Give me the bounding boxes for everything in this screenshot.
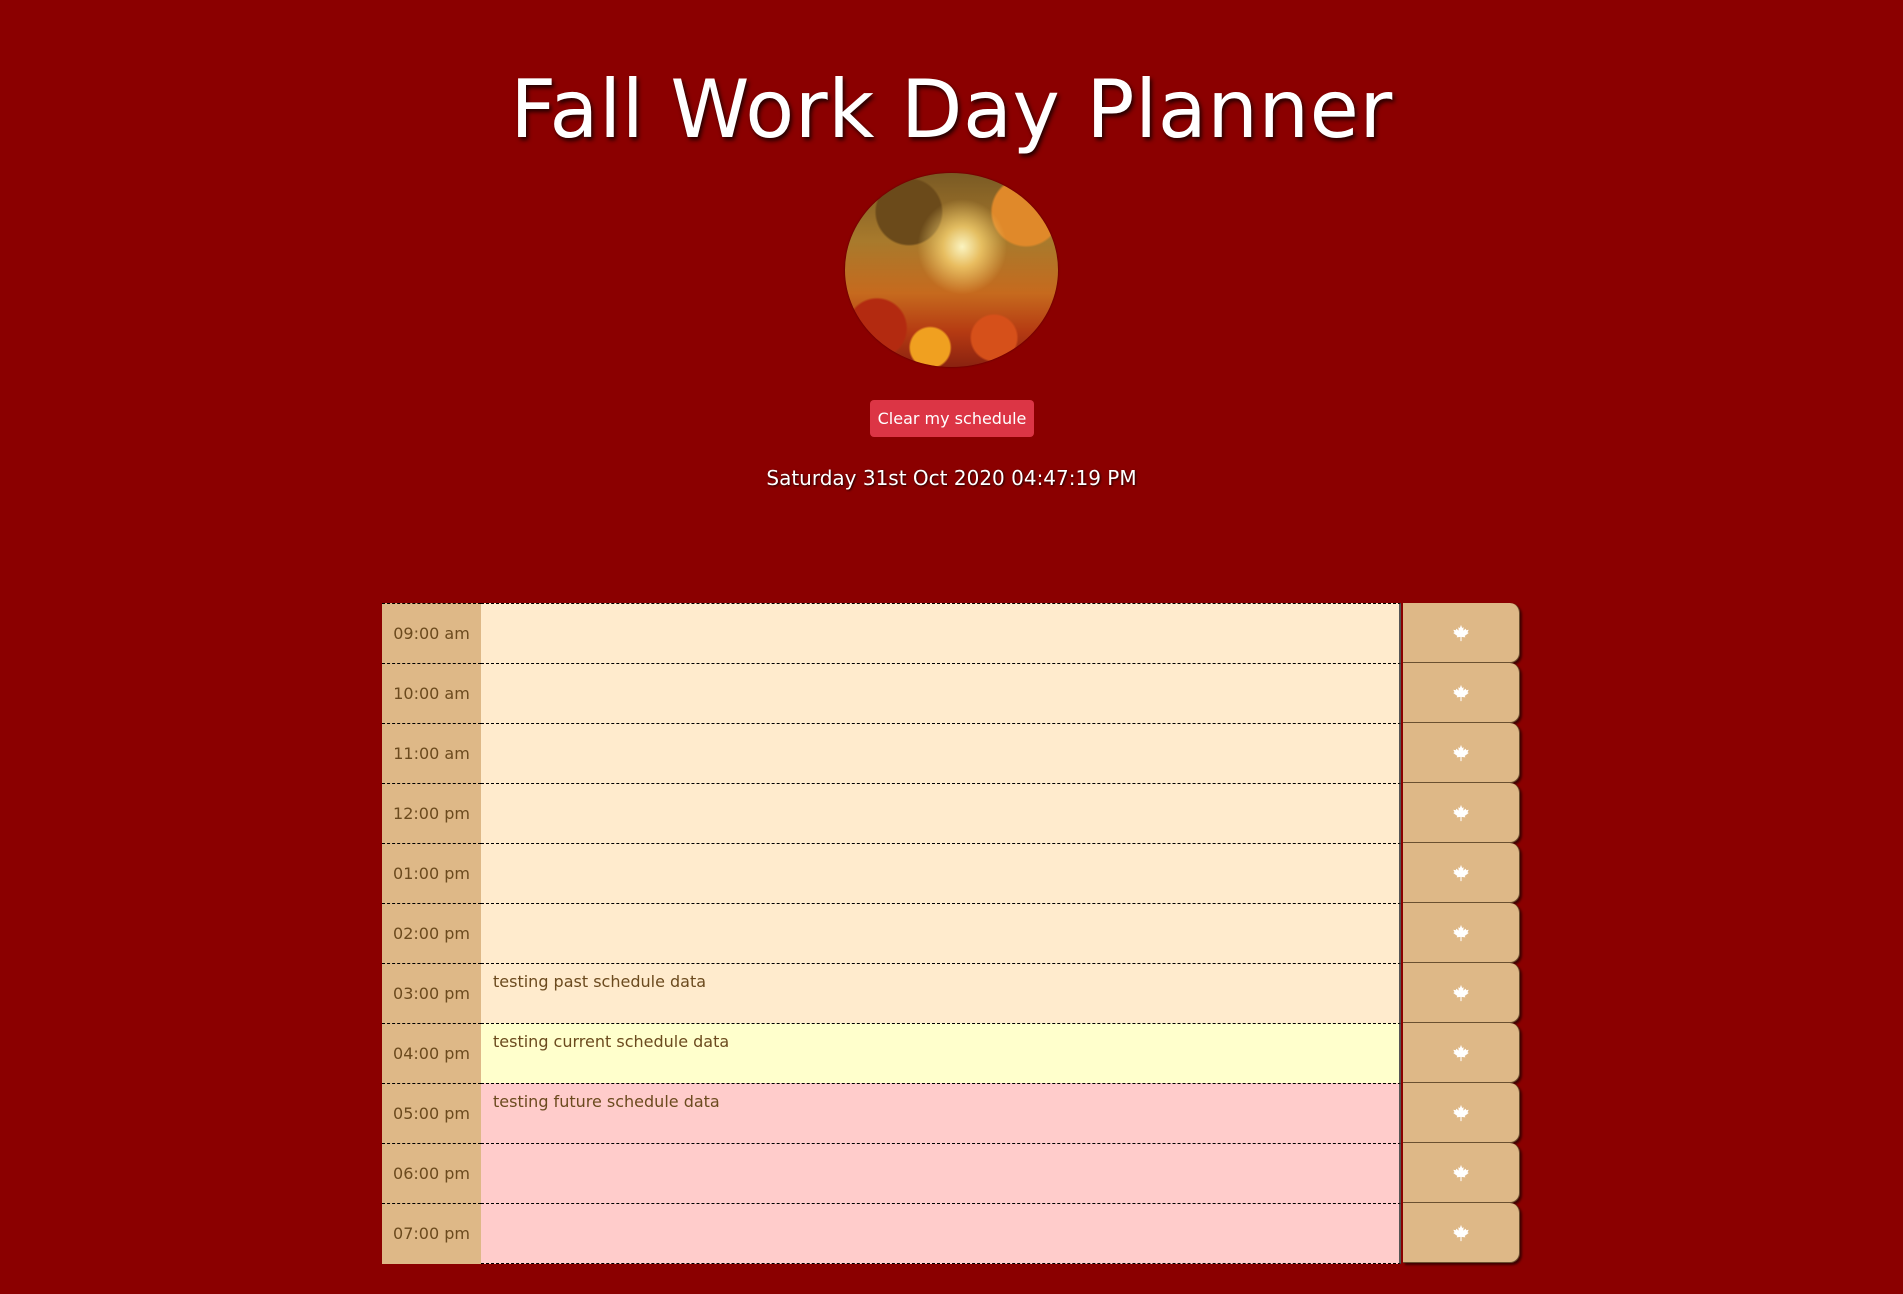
timeblock-row: 05:00 pm testing future schedule data — [382, 1083, 1521, 1143]
planner: 09:00 am 10:00 am 11:00 am 12:00 pm 01:0… — [382, 603, 1521, 1264]
hour-label: 06:00 pm — [382, 1143, 481, 1203]
save-button[interactable] — [1403, 1143, 1520, 1203]
current-datetime: Saturday 31st Oct 2020 04:47:19 PM — [766, 466, 1137, 490]
maple-leaf-icon — [1453, 1104, 1469, 1121]
schedule-entry-field[interactable] — [481, 843, 1401, 903]
timeblock-row: 12:00 pm — [382, 783, 1521, 843]
maple-leaf-icon — [1453, 804, 1469, 821]
schedule-entry-field[interactable] — [481, 663, 1401, 723]
save-button[interactable] — [1403, 783, 1520, 843]
hour-label: 03:00 pm — [382, 963, 481, 1023]
save-button[interactable] — [1403, 843, 1520, 903]
timeblock-row: 07:00 pm — [382, 1203, 1521, 1264]
schedule-entry-field[interactable] — [481, 1143, 1401, 1203]
maple-leaf-icon — [1453, 684, 1469, 701]
maple-leaf-icon — [1453, 864, 1469, 881]
schedule-entry-field[interactable] — [481, 723, 1401, 783]
save-button[interactable] — [1403, 963, 1520, 1023]
hour-label: 12:00 pm — [382, 783, 481, 843]
maple-leaf-icon — [1453, 1224, 1469, 1241]
timeblock-row: 09:00 am — [382, 603, 1521, 663]
save-button[interactable] — [1403, 1023, 1520, 1083]
schedule-entry-field[interactable]: testing past schedule data — [481, 963, 1401, 1023]
hour-label: 04:00 pm — [382, 1023, 481, 1083]
clear-schedule-button[interactable]: Clear my schedule — [870, 400, 1034, 437]
timeblock-row: 10:00 am — [382, 663, 1521, 723]
schedule-entry-field[interactable]: testing future schedule data — [481, 1083, 1401, 1143]
schedule-entry-field[interactable] — [481, 1203, 1401, 1264]
save-button[interactable] — [1403, 1203, 1520, 1263]
save-button[interactable] — [1403, 603, 1520, 663]
schedule-entry-field[interactable] — [481, 903, 1401, 963]
maple-leaf-icon — [1453, 1164, 1469, 1181]
autumn-leaves-image — [845, 173, 1058, 367]
timeblock-row: 03:00 pm testing past schedule data — [382, 963, 1521, 1023]
maple-leaf-icon — [1453, 624, 1469, 641]
schedule-entry-field[interactable] — [481, 783, 1401, 843]
timeblock-row: 11:00 am — [382, 723, 1521, 783]
hour-label: 07:00 pm — [382, 1203, 481, 1264]
maple-leaf-icon — [1453, 744, 1469, 761]
save-button[interactable] — [1403, 903, 1520, 963]
timeblock-row: 06:00 pm — [382, 1143, 1521, 1203]
hour-label: 05:00 pm — [382, 1083, 481, 1143]
schedule-entry-field[interactable]: testing current schedule data — [481, 1023, 1401, 1083]
save-button[interactable] — [1403, 723, 1520, 783]
hour-label: 01:00 pm — [382, 843, 481, 903]
save-button[interactable] — [1403, 1083, 1520, 1143]
save-button[interactable] — [1403, 663, 1520, 723]
schedule-entry-field[interactable] — [481, 603, 1401, 663]
timeblock-row: 04:00 pm testing current schedule data — [382, 1023, 1521, 1083]
page-title: Fall Work Day Planner — [510, 63, 1393, 156]
timeblock-row: 02:00 pm — [382, 903, 1521, 963]
timeblock-row: 01:00 pm — [382, 843, 1521, 903]
maple-leaf-icon — [1453, 1044, 1469, 1061]
hour-label: 02:00 pm — [382, 903, 481, 963]
maple-leaf-icon — [1453, 984, 1469, 1001]
hour-label: 11:00 am — [382, 723, 481, 783]
hour-label: 09:00 am — [382, 603, 481, 663]
maple-leaf-icon — [1453, 924, 1469, 941]
hour-label: 10:00 am — [382, 663, 481, 723]
